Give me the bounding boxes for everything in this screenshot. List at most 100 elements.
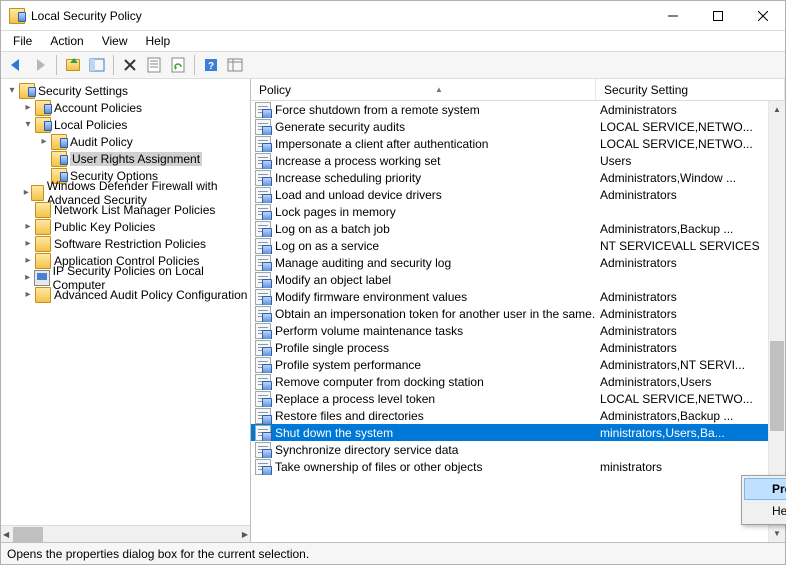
context-menu-help[interactable]: Help xyxy=(744,500,786,522)
list-row[interactable]: Restore files and directoriesAdministrat… xyxy=(251,407,768,424)
refresh-button[interactable] xyxy=(167,54,189,76)
maximize-button[interactable] xyxy=(695,1,740,30)
show-hide-tree-button[interactable] xyxy=(86,54,108,76)
list-row[interactable]: Profile system performanceAdministrators… xyxy=(251,356,768,373)
expand-icon[interactable]: ▸ xyxy=(21,272,34,283)
tree-item[interactable]: ▸Advanced Audit Policy Configuration xyxy=(1,286,250,303)
expand-icon[interactable]: ▸ xyxy=(21,238,35,249)
nav-back-button[interactable] xyxy=(5,54,27,76)
policy-icon xyxy=(255,306,271,322)
expand-icon[interactable]: ▸ xyxy=(21,255,35,266)
list-row[interactable]: Generate security auditsLOCAL SERVICE,NE… xyxy=(251,118,768,135)
folder-icon xyxy=(35,253,51,269)
expand-icon[interactable]: ▸ xyxy=(21,102,35,113)
list-cell-policy: Impersonate a client after authenticatio… xyxy=(275,137,488,151)
nav-forward-button[interactable] xyxy=(29,54,51,76)
list-row[interactable]: Shut down the systemministrators,Users,B… xyxy=(251,424,768,441)
help-button[interactable]: ? xyxy=(200,54,222,76)
expand-icon[interactable]: ▸ xyxy=(21,187,31,198)
policy-icon xyxy=(255,170,271,186)
menu-action[interactable]: Action xyxy=(42,32,91,50)
list-cell-setting: Users xyxy=(596,154,768,168)
list-row[interactable]: Profile single processAdministrators xyxy=(251,339,768,356)
column-header-policy[interactable]: Policy ▲ xyxy=(251,79,596,100)
expand-icon[interactable]: ▸ xyxy=(21,289,35,300)
scroll-thumb[interactable] xyxy=(770,341,784,431)
list-cell-setting: Administrators xyxy=(596,256,768,270)
list-row[interactable]: Log on as a serviceNT SERVICE\ALL SERVIC… xyxy=(251,237,768,254)
tree-item[interactable]: Network List Manager Policies xyxy=(1,201,250,218)
folder-icon xyxy=(35,202,51,218)
folder-icon xyxy=(31,185,43,201)
collapse-icon[interactable]: ▾ xyxy=(21,119,35,130)
context-menu: Properties Help xyxy=(741,475,786,525)
folder-icon xyxy=(35,236,51,252)
list-row[interactable]: Synchronize directory service data xyxy=(251,441,768,458)
tree-item[interactable]: User Rights Assignment xyxy=(1,150,250,167)
export-list-button[interactable] xyxy=(224,54,246,76)
list-cell-policy: Perform volume maintenance tasks xyxy=(275,324,463,338)
policy-icon xyxy=(255,119,271,135)
tree-item-label: Account Policies xyxy=(54,101,142,115)
tree-view[interactable]: ▾ Security Settings ▸ Account Policies▾Lo… xyxy=(1,79,250,525)
tree-item[interactable]: ▸Windows Defender Firewall with Advanced… xyxy=(1,184,250,201)
menu-file[interactable]: File xyxy=(5,32,40,50)
list-row[interactable]: Remove computer from docking stationAdmi… xyxy=(251,373,768,390)
tree-root[interactable]: ▾ Security Settings xyxy=(1,82,250,99)
statusbar: Opens the properties dialog box for the … xyxy=(1,542,785,564)
list-row[interactable]: Impersonate a client after authenticatio… xyxy=(251,135,768,152)
policy-icon xyxy=(255,136,271,152)
list-cell-setting: Administrators xyxy=(596,188,768,202)
policy-icon xyxy=(255,102,271,118)
list-row[interactable]: Perform volume maintenance tasksAdminist… xyxy=(251,322,768,339)
list-row[interactable]: Force shutdown from a remote systemAdmin… xyxy=(251,101,768,118)
list-cell-setting: Administrators xyxy=(596,341,768,355)
list-row[interactable]: Modify firmware environment valuesAdmini… xyxy=(251,288,768,305)
window-buttons xyxy=(650,1,785,30)
list-row[interactable]: Log on as a batch jobAdministrators,Back… xyxy=(251,220,768,237)
list-row[interactable]: Obtain an impersonation token for anothe… xyxy=(251,305,768,322)
computer-icon xyxy=(34,270,49,286)
list-cell-policy: Manage auditing and security log xyxy=(275,256,451,270)
minimize-button[interactable] xyxy=(650,1,695,30)
list-row[interactable]: Lock pages in memory xyxy=(251,203,768,220)
expand-icon[interactable]: ▸ xyxy=(37,136,51,147)
expander-icon[interactable]: ▾ xyxy=(5,85,19,96)
list-body[interactable]: Force shutdown from a remote systemAdmin… xyxy=(251,101,785,542)
list-cell-setting: Administrators,Users xyxy=(596,375,768,389)
tree-item[interactable]: ▾Local Policies xyxy=(1,116,250,133)
tree-item-label: Software Restriction Policies xyxy=(54,237,206,251)
policy-icon xyxy=(255,221,271,237)
window-title: Local Security Policy xyxy=(31,9,650,23)
context-menu-properties[interactable]: Properties xyxy=(744,478,786,500)
toolbar-separator xyxy=(113,55,114,75)
properties-button[interactable] xyxy=(143,54,165,76)
tree-item[interactable]: ▸Audit Policy xyxy=(1,133,250,150)
list-row[interactable]: Modify an object label xyxy=(251,271,768,288)
list-row[interactable]: Manage auditing and security log Administ… xyxy=(251,254,768,271)
menu-help[interactable]: Help xyxy=(138,32,179,50)
toolbar-separator xyxy=(194,55,195,75)
horizontal-scrollbar[interactable]: ◀▶ xyxy=(1,525,250,542)
tree-item[interactable]: ▸Public Key Policies xyxy=(1,218,250,235)
menu-view[interactable]: View xyxy=(94,32,136,50)
scroll-down-icon[interactable]: ▼ xyxy=(769,525,785,542)
toolbar-separator xyxy=(56,55,57,75)
list-row[interactable]: Load and unload device driversAdministra… xyxy=(251,186,768,203)
tree-item[interactable]: ▸IP Security Policies on Local Computer xyxy=(1,269,250,286)
list-cell-setting: LOCAL SERVICE,NETWO... xyxy=(596,120,768,134)
close-button[interactable] xyxy=(740,1,785,30)
delete-button[interactable] xyxy=(119,54,141,76)
column-header-setting[interactable]: Security Setting xyxy=(596,79,785,100)
list-row[interactable]: Increase scheduling priorityAdministrato… xyxy=(251,169,768,186)
tree-item[interactable]: ▸ Account Policies xyxy=(1,99,250,116)
list-cell-setting: Administrators,Backup ... xyxy=(596,222,768,236)
list-row[interactable]: Replace a process level tokenLOCAL SERVI… xyxy=(251,390,768,407)
list-row[interactable]: Increase a process working setUsers xyxy=(251,152,768,169)
scroll-up-icon[interactable]: ▲ xyxy=(769,101,785,118)
tree-item[interactable]: ▸ Software Restriction Policies xyxy=(1,235,250,252)
list-cell-setting: ministrators xyxy=(596,460,768,474)
list-row[interactable]: Take ownership of files or other objects… xyxy=(251,458,768,475)
expand-icon[interactable]: ▸ xyxy=(21,221,35,232)
up-button[interactable] xyxy=(62,54,84,76)
